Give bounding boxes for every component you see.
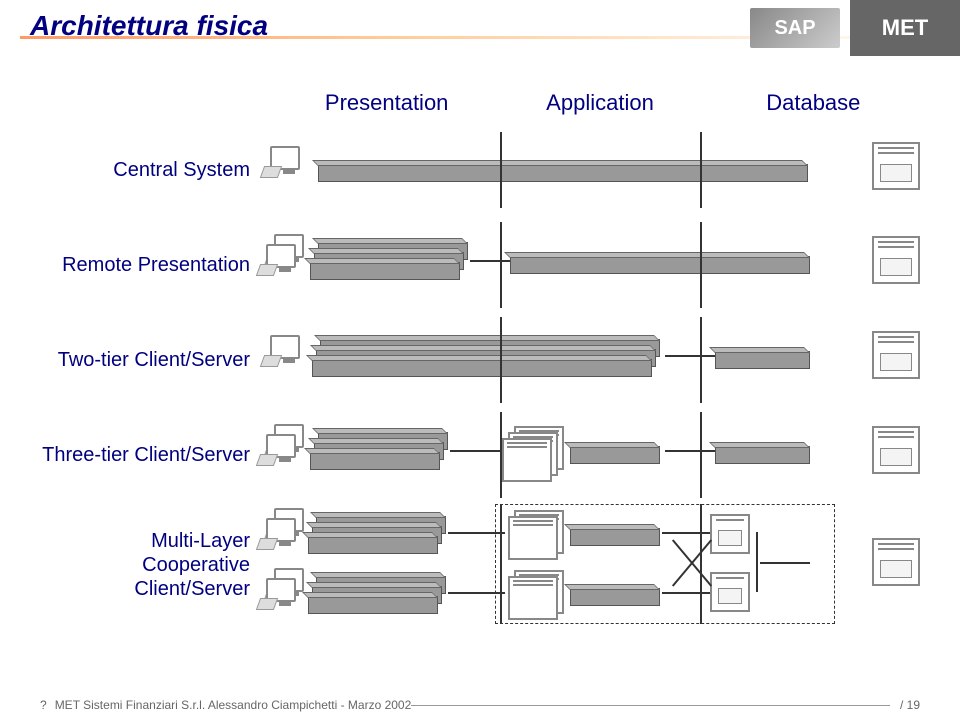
row-remote-presentation: Remote Presentation <box>40 230 920 300</box>
footer-bullet: ? <box>40 698 47 712</box>
divider-icon <box>500 412 502 498</box>
db-server-icon <box>872 142 920 190</box>
row-three-tier: Three-tier Client/Server <box>40 420 920 490</box>
col-database: Database <box>707 90 920 116</box>
col-presentation: Presentation <box>280 90 493 116</box>
app-server-icon <box>502 438 552 482</box>
row-central-system: Central System <box>40 140 920 200</box>
app-server-icon <box>508 516 558 560</box>
footer-page: / 19 <box>900 698 920 712</box>
pc-icon <box>266 434 304 468</box>
presentation-bar <box>308 596 438 614</box>
coop-db-icon <box>710 514 750 554</box>
label-central: Central System <box>40 158 270 182</box>
db-server-icon <box>872 538 920 586</box>
pc-icon <box>266 518 304 552</box>
footer-text: MET Sistemi Finanziari S.r.l. Alessandro… <box>55 698 412 712</box>
presentation-bar <box>310 452 440 470</box>
pc-icon <box>266 578 304 612</box>
connector-icon <box>665 355 715 357</box>
label-multi-layer: Multi-Layer Cooperative Client/Server <box>40 529 270 601</box>
divider-icon <box>700 132 702 208</box>
label-three-tier: Three-tier Client/Server <box>40 443 270 467</box>
connector-icon <box>665 450 715 452</box>
db-bar <box>715 351 810 369</box>
db-bar <box>715 446 810 464</box>
label-remote: Remote Presentation <box>40 253 270 277</box>
coop-db-icon <box>710 572 750 612</box>
divider-icon <box>700 222 702 308</box>
app-db-bar <box>510 256 810 274</box>
row-multi-layer: Multi-Layer Cooperative Client/Server <box>40 510 920 620</box>
divider-icon <box>500 132 502 208</box>
db-server-icon <box>872 426 920 474</box>
app-bar <box>570 446 660 464</box>
app-bar <box>570 528 660 546</box>
sap-logo: SAP <box>750 8 840 48</box>
diagram-area: Presentation Application Database Centra… <box>0 60 960 680</box>
label-two-tier: Two-tier Client/Server <box>40 348 270 372</box>
db-server-icon <box>872 331 920 379</box>
db-server-icon <box>872 236 920 284</box>
connector-icon <box>470 260 510 262</box>
divider-icon <box>500 504 502 624</box>
app-bar <box>570 588 660 606</box>
combined-bar <box>318 164 808 182</box>
connector-icon <box>756 532 758 592</box>
slide-header: Architettura fisica SAP MET <box>0 0 960 60</box>
pc-icon <box>270 335 308 369</box>
divider-icon <box>700 504 702 624</box>
pc-icon <box>266 244 304 278</box>
row-two-tier: Two-tier Client/Server <box>40 325 920 395</box>
col-application: Application <box>493 90 706 116</box>
divider-icon <box>500 317 502 403</box>
divider-icon <box>700 317 702 403</box>
pres-app-bar <box>312 359 652 377</box>
met-logo: MET <box>850 0 960 56</box>
slide-title: Architettura fisica <box>30 10 268 42</box>
divider-icon <box>500 222 502 308</box>
connector-icon <box>662 592 710 594</box>
terminal-icon <box>270 146 308 180</box>
footer-rule <box>411 705 890 706</box>
connector-icon <box>662 532 710 534</box>
connector-icon <box>450 450 505 452</box>
connector-icon <box>760 562 810 564</box>
app-server-icon <box>508 576 558 620</box>
connector-icon <box>448 532 505 534</box>
presentation-bar <box>310 262 460 280</box>
column-headers: Presentation Application Database <box>280 90 920 116</box>
presentation-bar <box>308 536 438 554</box>
slide-footer: ? MET Sistemi Finanziari S.r.l. Alessand… <box>40 698 920 712</box>
divider-icon <box>700 412 702 498</box>
connector-icon <box>448 592 505 594</box>
